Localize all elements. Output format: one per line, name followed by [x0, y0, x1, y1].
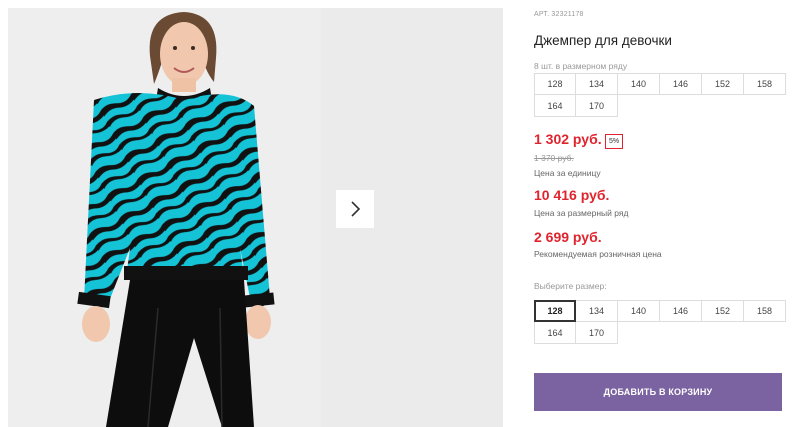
rrp-price: 2 699 руб. — [534, 229, 602, 245]
pack-size-cell: 164 — [534, 95, 576, 117]
old-price: 1 370 руб. — [534, 153, 574, 163]
product-title: Джемпер для девочки — [534, 33, 672, 48]
product-photo — [8, 8, 321, 427]
pack-size-cell: 128 — [534, 73, 576, 95]
set-price-caption: Цена за размерный ряд — [534, 208, 629, 218]
choose-size-label: Выберите размер: — [534, 281, 607, 291]
unit-price-caption: Цена за единицу — [534, 168, 601, 178]
rrp-price-caption: Рекомендуемая розничная цена — [534, 249, 662, 259]
pack-sizes-label: 8 шт. в размерном ряду — [534, 61, 628, 71]
size-option-selected[interactable]: 128 — [534, 300, 576, 322]
size-option[interactable]: 146 — [660, 300, 702, 322]
size-option[interactable]: 170 — [576, 322, 618, 344]
pack-size-cell: 146 — [660, 73, 702, 95]
pack-size-cell: 170 — [576, 95, 618, 117]
current-price: 1 302 руб. — [534, 131, 602, 147]
pack-size-cell: 152 — [702, 73, 744, 95]
product-gallery — [8, 8, 503, 427]
add-to-cart-button[interactable]: ДОБАВИТЬ В КОРЗИНУ — [534, 373, 782, 411]
size-option[interactable]: 164 — [534, 322, 576, 344]
size-option[interactable]: 134 — [576, 300, 618, 322]
set-price: 10 416 руб. — [534, 187, 610, 203]
pack-size-cell: 134 — [576, 73, 618, 95]
size-option[interactable]: 140 — [618, 300, 660, 322]
pack-size-cell: 140 — [618, 73, 660, 95]
pack-sizes-grid: 128 134 140 146 152 158 164 170 — [534, 73, 786, 117]
article-number: АРТ. 32321178 — [534, 11, 584, 18]
discount-badge: 5% — [605, 134, 624, 149]
size-option[interactable]: 152 — [702, 300, 744, 322]
gallery-next-button[interactable] — [336, 190, 374, 228]
pack-size-cell: 158 — [744, 73, 786, 95]
chevron-right-icon — [351, 201, 361, 217]
size-option[interactable]: 158 — [744, 300, 786, 322]
size-selector: 128 134 140 146 152 158 164 170 — [534, 300, 786, 344]
product-photo-illustration — [8, 8, 321, 427]
